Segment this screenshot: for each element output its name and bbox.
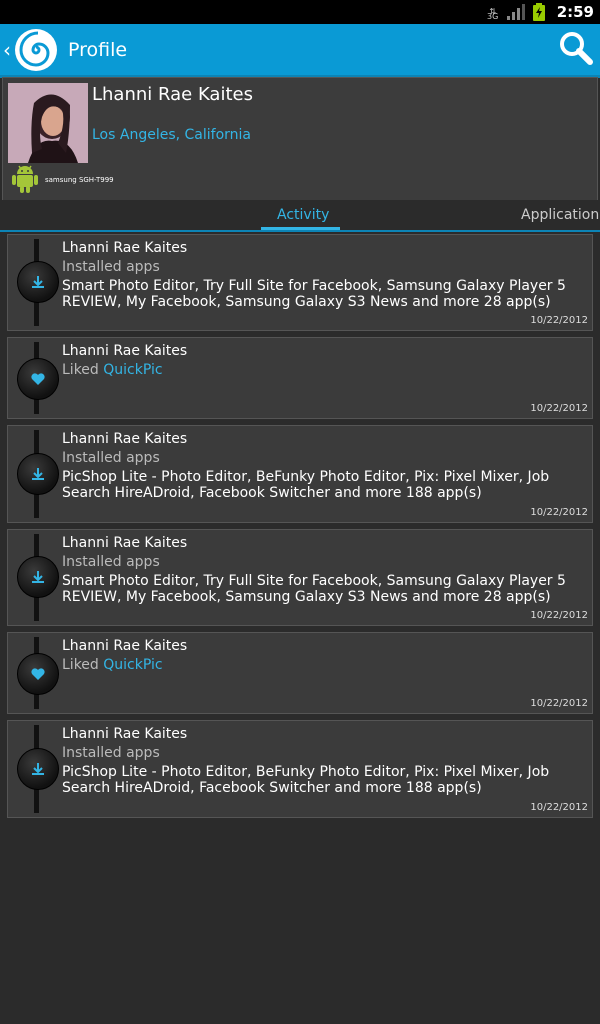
activity-details: Smart Photo Editor, Try Full Site for Fa… <box>62 573 566 605</box>
avatar[interactable] <box>8 83 88 163</box>
profile-location[interactable]: Los Angeles, California <box>92 127 251 143</box>
activity-action: Installed apps <box>62 554 160 570</box>
tab-bar: Activity Applications <box>0 200 600 231</box>
activity-details: Smart Photo Editor, Try Full Site for Fa… <box>62 278 566 310</box>
page-title: Profile <box>68 38 128 61</box>
activity-date: 10/22/2012 <box>530 403 588 414</box>
download-icon <box>17 453 59 495</box>
activity-user[interactable]: Lhanni Rae Kaites <box>62 726 187 742</box>
activity-date: 10/22/2012 <box>530 315 588 326</box>
profile-name: Lhanni Rae Kaites <box>92 84 253 105</box>
activity-target-link[interactable]: QuickPic <box>103 362 162 378</box>
activity-item[interactable]: Lhanni Rae Kaites Liked QuickPic 10/22/2… <box>7 337 593 419</box>
activity-user[interactable]: Lhanni Rae Kaites <box>62 240 187 256</box>
signal-icon <box>506 4 525 20</box>
activity-action-label: Installed apps <box>62 450 160 466</box>
activity-action: Liked QuickPic <box>62 362 163 378</box>
activity-user[interactable]: Lhanni Rae Kaites <box>62 638 187 654</box>
status-bar: ⇅ 3G 2:59 <box>0 0 600 24</box>
android-robot-icon <box>11 163 39 193</box>
network-type-label: 3G <box>487 12 499 21</box>
activity-user[interactable]: Lhanni Rae Kaites <box>62 343 187 359</box>
activity-item[interactable]: Lhanni Rae Kaites Installed apps PicShop… <box>7 425 593 523</box>
battery-icon <box>532 3 545 21</box>
activity-action-label: Liked <box>62 657 99 673</box>
activity-action: Installed apps <box>62 745 160 761</box>
heart-icon <box>17 358 59 400</box>
activity-target-link[interactable]: QuickPic <box>103 657 162 673</box>
activity-action: Liked QuickPic <box>62 657 163 673</box>
spiral-logo-icon[interactable] <box>14 28 58 72</box>
activity-item[interactable]: Lhanni Rae Kaites Installed apps Smart P… <box>7 234 593 331</box>
device-label: samsung SGH-T999 <box>45 176 114 184</box>
activity-item[interactable]: Lhanni Rae Kaites Installed apps PicShop… <box>7 720 593 818</box>
activity-item[interactable]: Lhanni Rae Kaites Liked QuickPic 10/22/2… <box>7 632 593 714</box>
download-icon <box>17 261 59 303</box>
activity-action-label: Installed apps <box>62 745 160 761</box>
activity-user[interactable]: Lhanni Rae Kaites <box>62 431 187 447</box>
search-icon[interactable] <box>558 30 594 66</box>
activity-action-label: Liked <box>62 362 99 378</box>
activity-action: Installed apps <box>62 259 160 275</box>
activity-action: Installed apps <box>62 450 160 466</box>
tab-divider <box>0 230 600 232</box>
activity-date: 10/22/2012 <box>530 507 588 518</box>
activity-action-label: Installed apps <box>62 554 160 570</box>
activity-date: 10/22/2012 <box>530 610 588 621</box>
heart-icon <box>17 653 59 695</box>
tab-activity[interactable]: Activity <box>277 207 329 223</box>
chevron-left-icon[interactable]: ‹ <box>3 38 13 62</box>
download-icon <box>17 748 59 790</box>
download-icon <box>17 556 59 598</box>
activity-feed: Lhanni Rae Kaites Installed apps Smart P… <box>7 234 593 824</box>
activity-item[interactable]: Lhanni Rae Kaites Installed apps Smart P… <box>7 529 593 626</box>
activity-details: PicShop Lite - Photo Editor, BeFunky Pho… <box>62 764 550 796</box>
activity-date: 10/22/2012 <box>530 802 588 813</box>
action-bar: ‹ Profile <box>0 24 600 75</box>
activity-user[interactable]: Lhanni Rae Kaites <box>62 535 187 551</box>
activity-details: PicShop Lite - Photo Editor, BeFunky Pho… <box>62 469 550 501</box>
network-indicator: ⇅ 3G <box>487 3 499 21</box>
clock: 2:59 <box>556 3 594 21</box>
profile-card: Lhanni Rae Kaites Los Angeles, Californi… <box>2 77 598 201</box>
activity-action-label: Installed apps <box>62 259 160 275</box>
tab-applications[interactable]: Applications <box>521 207 600 223</box>
activity-date: 10/22/2012 <box>530 698 588 709</box>
